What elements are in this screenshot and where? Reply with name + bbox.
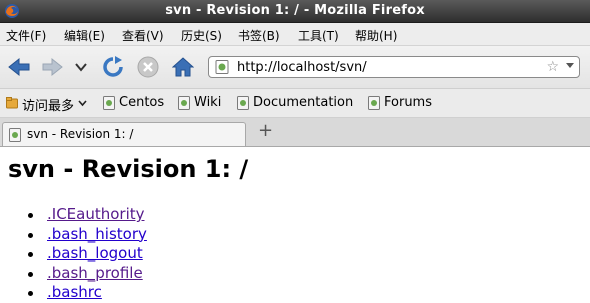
window-titlebar: svn - Revision 1: / - Mozilla Firefox: [0, 0, 590, 23]
menu-history[interactable]: 历史(S): [181, 27, 222, 44]
bookmarks-toolbar: 访问最多 Centos Wiki Documentation Forums: [0, 89, 590, 118]
file-link-bash-logout[interactable]: .bash_logout: [47, 244, 143, 262]
menu-bookmarks[interactable]: 书签(B): [238, 27, 280, 44]
page-icon: [237, 96, 249, 110]
bullet-icon: [28, 252, 33, 257]
file-link-bash-profile[interactable]: .bash_profile: [47, 264, 143, 282]
bullet-icon: [28, 213, 33, 218]
page-icon: [9, 128, 21, 142]
page-icon: [103, 96, 115, 110]
forward-arrow-icon[interactable]: [42, 57, 64, 77]
bookmark-most-visited[interactable]: 访问最多: [6, 95, 90, 114]
url-bar[interactable]: http://localhost/svn/ ☆: [208, 56, 580, 78]
bullet-icon: [28, 291, 33, 296]
page-icon: [178, 96, 190, 110]
page-icon: [368, 96, 380, 110]
menu-edit[interactable]: 编辑(E): [64, 27, 105, 44]
stop-icon[interactable]: [137, 56, 159, 78]
menu-bar: 文件(F) 编辑(E) 查看(V) 历史(S) 书签(B) 工具(T) 帮助(H…: [0, 23, 590, 46]
home-icon[interactable]: [172, 56, 194, 78]
bookmark-centos[interactable]: Centos: [103, 95, 167, 113]
menu-tools[interactable]: 工具(T): [298, 27, 339, 44]
bookmark-wiki[interactable]: Wiki: [178, 95, 226, 113]
page-title: svn - Revision 1: /: [8, 155, 249, 183]
menu-help[interactable]: 帮助(H): [355, 27, 397, 44]
tab-svn-revision[interactable]: svn - Revision 1: /: [2, 122, 246, 146]
url-dropdown-icon[interactable]: [566, 63, 574, 68]
file-link-iceauthority[interactable]: .ICEauthority: [47, 205, 145, 223]
bullet-icon: [28, 232, 33, 238]
bookmark-star-icon[interactable]: ☆: [546, 60, 559, 74]
menu-view[interactable]: 查看(V): [122, 27, 164, 44]
bookmark-forums[interactable]: Forums: [368, 95, 438, 113]
tab-strip: svn - Revision 1: / +: [0, 118, 590, 147]
window-title: svn - Revision 1: / - Mozilla Firefox: [165, 3, 425, 18]
file-link-bashrc[interactable]: .bashrc: [47, 283, 102, 301]
tab-label: svn - Revision 1: /: [27, 127, 134, 141]
back-arrow-icon[interactable]: [7, 57, 31, 77]
chevron-down-icon: [78, 100, 87, 107]
site-identity-icon[interactable]: [215, 60, 229, 74]
url-text[interactable]: http://localhost/svn/: [237, 60, 367, 75]
smart-folder-icon: [6, 97, 18, 109]
page-content: svn - Revision 1: / .ICEauthority .bash_…: [0, 147, 590, 301]
bullet-icon: [28, 271, 33, 277]
history-dropdown-icon[interactable]: [75, 63, 87, 72]
bookmark-documentation[interactable]: Documentation: [237, 95, 357, 113]
reload-icon[interactable]: [102, 56, 124, 78]
menu-file[interactable]: 文件(F): [6, 27, 46, 44]
new-tab-icon[interactable]: +: [258, 122, 273, 140]
file-link-bash-history[interactable]: .bash_history: [47, 225, 147, 243]
